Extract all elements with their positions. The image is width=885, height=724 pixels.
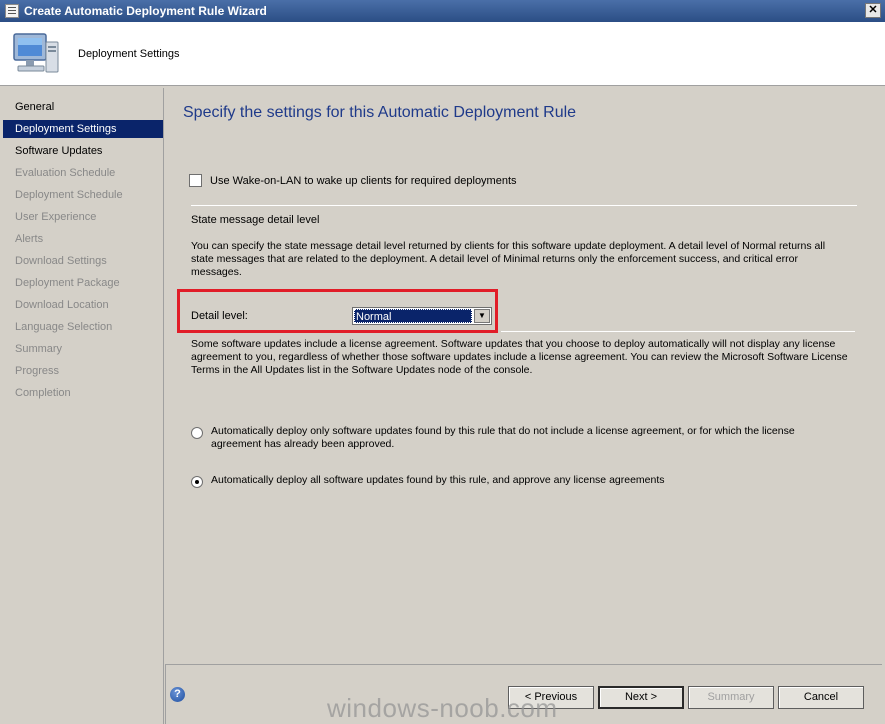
nav-item-completion: Completion [15, 387, 71, 399]
summary-button: Summary [688, 686, 774, 709]
state-message-description: You can specify the state message detail… [191, 240, 826, 278]
wake-on-lan-label: Use Wake-on-LAN to wake up clients for r… [210, 174, 517, 187]
cancel-button[interactable]: Cancel [778, 686, 864, 709]
wizard-banner: Deployment Settings [0, 22, 885, 86]
nav-item-download-settings: Download Settings [15, 255, 107, 267]
detail-level-label: Detail level: [191, 310, 248, 322]
nav-item-deployment-schedule: Deployment Schedule [15, 189, 123, 201]
computer-icon [13, 33, 59, 73]
nav-item-evaluation-schedule: Evaluation Schedule [15, 167, 116, 179]
nav-item-deployment-package: Deployment Package [15, 277, 120, 289]
chevron-down-icon[interactable]: ▼ [474, 309, 490, 323]
radio-deploy-without-license[interactable] [191, 427, 203, 439]
license-option-approve-all[interactable]: Automatically deploy all software update… [191, 474, 821, 488]
nav-item-language-selection: Language Selection [15, 321, 113, 333]
nav-item-deployment-settings[interactable]: Deployment Settings [3, 120, 163, 138]
nav-item-software-updates[interactable]: Software Updates [3, 142, 163, 160]
nav-item-general[interactable]: General [3, 98, 163, 116]
nav-item-download-location: Download Location [15, 299, 109, 311]
next-button[interactable]: Next > [598, 686, 684, 709]
watermark: windows-noob.com [327, 693, 558, 723]
wizard-app-icon [5, 4, 19, 18]
wake-on-lan-option[interactable]: Use Wake-on-LAN to wake up clients for r… [189, 174, 517, 187]
window-title: Create Automatic Deployment Rule Wizard [24, 4, 267, 18]
divider [191, 205, 857, 206]
title-bar: Create Automatic Deployment Rule Wizard … [0, 0, 885, 22]
nav-item-progress: Progress [15, 365, 60, 377]
detail-level-value: Normal [354, 309, 472, 323]
close-button[interactable]: ✕ [865, 3, 881, 18]
help-icon[interactable]: ? [170, 687, 185, 702]
radio-label: Automatically deploy all software update… [211, 474, 665, 486]
detail-level-dropdown[interactable]: Normal ▼ [352, 307, 492, 325]
state-message-section-label: State message detail level [191, 214, 320, 226]
nav-item-summary: Summary [15, 343, 63, 355]
page-title: Specify the settings for this Automatic … [183, 104, 577, 121]
divider [501, 331, 855, 332]
wake-on-lan-checkbox[interactable] [189, 174, 202, 187]
nav-item-alerts: Alerts [15, 233, 44, 245]
license-description: Some software updates include a license … [191, 338, 848, 376]
main-panel: Specify the settings for this Automatic … [165, 88, 882, 664]
license-option-no-agreement[interactable]: Automatically deploy only software updat… [191, 425, 821, 451]
radio-deploy-all[interactable] [191, 476, 203, 488]
banner-title: Deployment Settings [78, 48, 180, 60]
wizard-nav: General Deployment Settings Software Upd… [3, 88, 164, 724]
radio-label: Automatically deploy only software updat… [211, 425, 795, 450]
nav-item-user-experience: User Experience [15, 211, 97, 223]
